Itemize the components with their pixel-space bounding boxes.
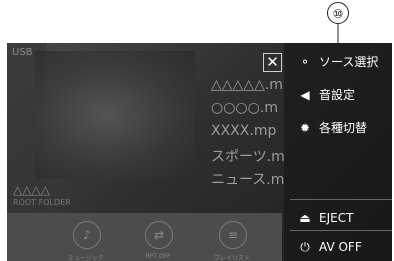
control-label: RPT OFF xyxy=(145,253,171,260)
av-off-label: AV OFF xyxy=(319,240,362,254)
source-label: USB xyxy=(12,47,33,58)
music-note-icon[interactable]: ♪ xyxy=(73,221,101,249)
track-item[interactable]: スポーツ.m xyxy=(211,146,285,166)
playlist-icon[interactable]: ≡ xyxy=(219,221,247,249)
control-label: プレイリスト xyxy=(213,255,250,261)
menu-divider xyxy=(290,230,392,231)
gear-icon: ✹ xyxy=(299,121,311,135)
source-select-icon: ⚬ xyxy=(299,55,311,69)
track-item[interactable]: △△△△△.m xyxy=(211,77,283,93)
menu-divider xyxy=(290,199,392,200)
speaker-icon: ◀ xyxy=(300,88,310,102)
eject-button[interactable]: ⏏ EJECT xyxy=(297,211,353,225)
menu-item-label: 各種切替 xyxy=(319,121,368,135)
menu-item-switch-settings[interactable]: ✹ 各種切替 xyxy=(297,119,367,136)
folder-name: ROOT FOLDER xyxy=(13,198,71,207)
menu-item-label: 音設定 xyxy=(319,88,356,102)
track-item[interactable]: ニュース.m xyxy=(211,169,284,189)
menu-item-label: ソース選択 xyxy=(319,55,379,69)
close-button[interactable]: ✕ xyxy=(263,53,282,72)
side-menu xyxy=(284,43,392,261)
eject-label: EJECT xyxy=(319,211,354,225)
eject-icon: ⏏ xyxy=(299,211,311,225)
track-item[interactable]: ○○○○.m xyxy=(211,100,278,116)
menu-item-sound-settings[interactable]: ◀ 音設定 xyxy=(297,86,355,103)
track-item[interactable]: XXXX.mp xyxy=(211,123,276,139)
head-unit-screen: USB △△△△△.m ○○○○.m XXXX.mp スポーツ.m ニュース.m… xyxy=(7,43,392,261)
power-icon: ⏻ xyxy=(300,240,310,254)
repeat-icon[interactable]: ⇄ xyxy=(145,221,173,249)
album-art-area xyxy=(35,51,195,179)
control-label: ミュージック xyxy=(68,255,104,261)
av-off-button[interactable]: ⏻ AV OFF xyxy=(297,240,362,255)
artist-name: △△△△ xyxy=(13,183,50,197)
menu-item-source-select[interactable]: ⚬ ソース選択 xyxy=(297,53,378,70)
